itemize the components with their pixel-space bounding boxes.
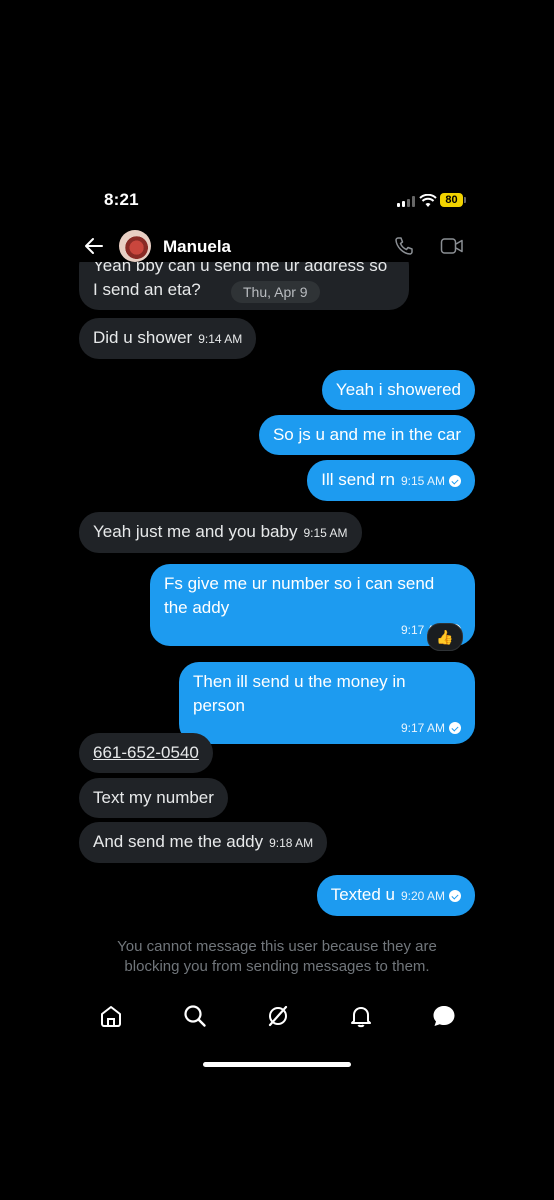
date-separator: Thu, Apr 9 xyxy=(231,281,320,303)
read-receipt-icon xyxy=(449,722,461,734)
message-time: 9:17 AM xyxy=(400,721,445,735)
message-text: Did u shower xyxy=(93,328,193,347)
message-text: Text my number xyxy=(93,788,214,807)
message-bubble-incoming[interactable]: Yeah just me and you baby 9:15 AM xyxy=(79,512,362,553)
message-time: 9:18 AM xyxy=(269,836,314,850)
search-icon[interactable] xyxy=(182,1003,208,1029)
message-time: 9:20 AM xyxy=(400,889,445,903)
read-receipt-icon xyxy=(449,475,461,487)
bell-icon[interactable] xyxy=(348,1003,374,1029)
battery-cap xyxy=(464,197,466,203)
message-bubble-outgoing[interactable]: Yeah i showered xyxy=(321,370,475,410)
message-bubble-incoming[interactable]: 661-652-0540 xyxy=(79,733,213,773)
message-time: 9:15 AM xyxy=(303,526,348,540)
phone-number-link[interactable]: 661-652-0540 xyxy=(93,743,199,762)
message-bubble-incoming[interactable]: Did u shower 9:14 AM xyxy=(79,318,257,359)
message-text: Yeah just me and you baby xyxy=(93,522,298,541)
message-time: 9:14 AM xyxy=(198,332,243,346)
message-text: Fs give me ur number so i can send the a… xyxy=(164,574,435,617)
message-time: 9:15 AM xyxy=(400,474,445,488)
message-bubble-outgoing[interactable]: Texted u 9:20 AM xyxy=(316,875,475,916)
battery-icon: 80 xyxy=(440,193,463,207)
grok-icon[interactable] xyxy=(265,1003,291,1029)
message-text: Ill send rn xyxy=(321,470,395,489)
message-bubble-outgoing[interactable]: Ill send rn 9:15 AM xyxy=(307,460,475,501)
message-bubble-incoming[interactable]: And send me the addy 9:18 AM xyxy=(79,822,328,863)
message-text: Yeah i showered xyxy=(335,380,461,399)
avatar[interactable] xyxy=(119,230,151,262)
blocked-notice: You cannot message this user because the… xyxy=(117,938,437,975)
contact-name[interactable]: Manuela xyxy=(163,237,231,257)
status-time: 8:21 xyxy=(104,190,139,209)
read-receipt-icon xyxy=(449,890,461,902)
video-call-icon[interactable] xyxy=(440,237,464,255)
wifi-icon xyxy=(419,194,437,207)
home-icon[interactable] xyxy=(98,1003,124,1029)
message-text: So js u and me in the car xyxy=(272,425,461,444)
signal-icon xyxy=(397,196,415,207)
messages-icon[interactable] xyxy=(431,1003,457,1029)
message-text: And send me the addy xyxy=(93,832,264,851)
home-indicator xyxy=(203,1062,351,1067)
reaction-thumbs-up-icon[interactable]: 👍 xyxy=(427,623,463,651)
message-text: Then ill send u the money in person xyxy=(193,672,406,715)
back-arrow-icon[interactable] xyxy=(84,236,104,256)
message-bubble-outgoing[interactable]: So js u and me in the car xyxy=(258,415,475,455)
message-bubble-outgoing[interactable]: Then ill send u the money in person 9:17… xyxy=(179,662,475,744)
message-bubble-incoming[interactable]: Text my number xyxy=(79,778,228,818)
message-text: Texted u xyxy=(330,885,395,904)
phone-icon[interactable] xyxy=(394,236,414,256)
